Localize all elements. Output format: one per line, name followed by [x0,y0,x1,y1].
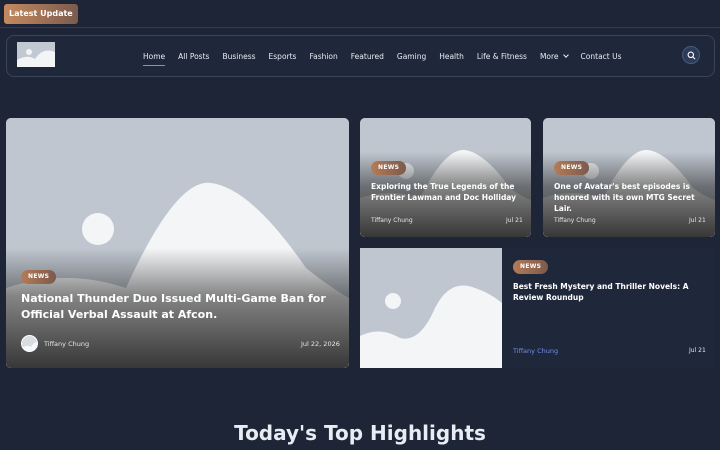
section-heading: Today's Top Highlights [234,421,486,445]
nav-business[interactable]: Business [222,52,255,61]
post-card[interactable]: NEWS Exploring the True Legends of the F… [360,118,531,237]
post-title[interactable]: National Thunder Duo Issued Multi-Game B… [21,291,331,323]
nav-health[interactable]: Health [439,52,464,61]
post-title[interactable]: Best Fresh Mystery and Thriller Novels: … [513,281,703,303]
site-header: Home All Posts Business Esports Fashion … [6,35,715,77]
featured-post-card[interactable]: NEWS National Thunder Duo Issued Multi-G… [6,118,349,368]
post-placeholder-image [360,248,502,368]
nav-all-posts[interactable]: All Posts [178,52,209,61]
search-button[interactable] [682,46,700,64]
category-badge[interactable]: NEWS [371,161,407,175]
nav-contact-us[interactable]: Contact Us [581,52,622,61]
nav-featured[interactable]: Featured [351,52,384,61]
category-badge[interactable]: NEWS [554,161,590,175]
main-nav: Home All Posts Business Esports Fashion … [143,36,635,76]
post-author[interactable]: Tiffany Chung [513,347,558,355]
post-card[interactable]: NEWS One of Avatar's best episodes is ho… [543,118,715,237]
top-bar: Latest Update [0,0,720,28]
post-date: Jul 21 [506,217,523,224]
search-icon [687,51,696,60]
category-badge[interactable]: NEWS [21,270,57,284]
post-author[interactable]: Tiffany Chung [44,340,89,348]
chevron-down-icon [562,52,569,58]
logo-placeholder-image [17,42,55,67]
post-title[interactable]: One of Avatar's best episodes is honored… [554,181,709,214]
post-author[interactable]: Tiffany Chung [371,217,413,224]
nav-life-fitness[interactable]: Life & Fitness [477,52,527,61]
nav-home[interactable]: Home [143,52,166,66]
post-date: Jul 22, 2026 [301,340,340,348]
latest-update-badge[interactable]: Latest Update [4,4,78,24]
post-date: Jul 21 [689,347,706,354]
nav-fashion[interactable]: Fashion [309,52,337,61]
nav-gaming[interactable]: Gaming [397,52,426,61]
nav-esports[interactable]: Esports [269,52,297,61]
category-badge[interactable]: NEWS [513,260,549,274]
post-date: Jul 21 [689,217,706,224]
post-title[interactable]: Exploring the True Legends of the Fronti… [371,181,526,203]
site-logo[interactable] [17,42,55,67]
avatar[interactable] [21,335,38,352]
post-author[interactable]: Tiffany Chung [554,217,596,224]
nav-more[interactable]: More [540,52,569,61]
post-card-horizontal[interactable]: NEWS Best Fresh Mystery and Thriller Nov… [360,248,715,368]
post-thumbnail[interactable] [360,248,502,368]
